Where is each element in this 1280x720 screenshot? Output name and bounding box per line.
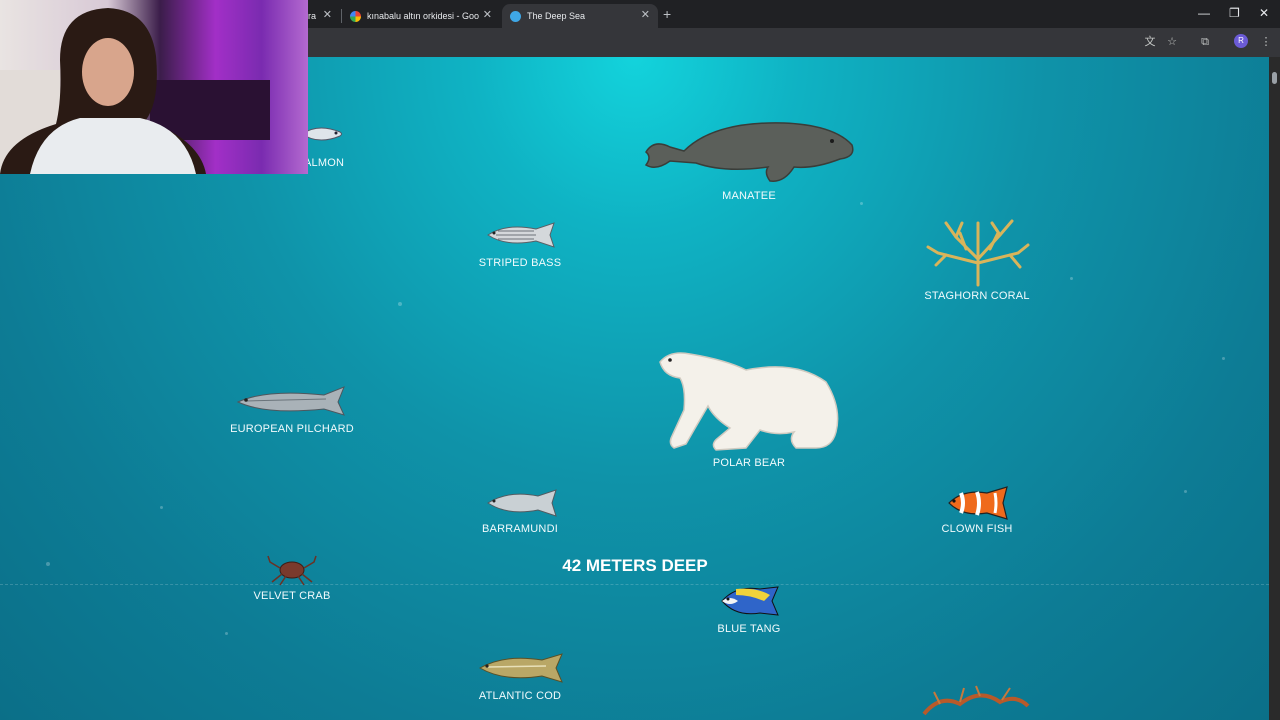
tab-3-close-icon[interactable]: ✕ xyxy=(641,8,650,21)
label-atlantic-cod: ATLANTIC COD xyxy=(478,690,562,702)
label-manatee: MANATEE xyxy=(722,190,776,202)
barramundi-image[interactable] xyxy=(484,488,560,518)
label-barramundi: BARRAMUNDI xyxy=(482,523,558,535)
new-tab-button[interactable]: + xyxy=(663,6,671,22)
profile-avatar[interactable]: R xyxy=(1234,34,1248,48)
label-blue-tang: BLUE TANG xyxy=(717,623,781,635)
depth-line xyxy=(0,584,1269,585)
google-icon xyxy=(350,10,361,22)
translate-icon[interactable]: 文 xyxy=(1143,35,1157,49)
label-salmon: ALMON xyxy=(304,157,345,169)
label-velvet-crab: VELVET CRAB xyxy=(253,590,331,602)
manatee-image[interactable] xyxy=(644,117,856,187)
bubble xyxy=(46,562,50,566)
striped-bass-image[interactable] xyxy=(484,219,558,251)
label-clown-fish: CLOWN FISH xyxy=(941,523,1013,535)
close-button[interactable]: ✕ xyxy=(1259,6,1269,20)
label-staghorn-coral: STAGHORN CORAL xyxy=(924,290,1030,302)
bubble xyxy=(1184,490,1187,493)
restore-button[interactable]: ❐ xyxy=(1229,6,1240,20)
tab-2[interactable]: kınabalu altın orkidesi - Google ✕ xyxy=(342,4,500,28)
tab-3-title: The Deep Sea xyxy=(527,11,586,21)
tab-1-title: ra xyxy=(308,11,317,21)
webcam-overlay xyxy=(0,0,308,174)
depth-indicator: 42 METERS DEEP xyxy=(562,556,708,575)
label-polar-bear: POLAR BEAR xyxy=(712,457,786,469)
bubble xyxy=(398,302,402,306)
sea-dragon-image[interactable] xyxy=(920,684,1030,720)
bubble xyxy=(1222,357,1225,360)
bubble xyxy=(225,632,228,635)
european-pilchard-image[interactable] xyxy=(236,385,348,419)
wave-icon xyxy=(510,10,521,22)
label-striped-bass: STRIPED BASS xyxy=(478,257,562,269)
polar-bear-image[interactable] xyxy=(656,348,842,454)
atlantic-cod-image[interactable] xyxy=(476,652,566,684)
menu-kebab-icon[interactable]: ⋮ xyxy=(1259,35,1273,49)
person-silhouette xyxy=(0,8,270,174)
tab-3[interactable]: The Deep Sea ✕ xyxy=(502,4,658,28)
tab-2-title: kınabalu altın orkidesi - Google xyxy=(367,11,479,21)
minimize-button[interactable]: — xyxy=(1198,6,1210,20)
bubble xyxy=(160,506,163,509)
extensions-icon[interactable]: ⧉ xyxy=(1198,35,1212,49)
bubble xyxy=(1070,277,1073,280)
tab-1-close-icon[interactable]: ✕ xyxy=(323,8,332,21)
blue-tang-image[interactable] xyxy=(716,583,782,619)
tab-2-close-icon[interactable]: ✕ xyxy=(483,8,492,21)
page-scrollbar[interactable] xyxy=(1269,57,1280,720)
bubble xyxy=(860,202,863,205)
velvet-crab-image[interactable] xyxy=(266,552,318,586)
staghorn-coral-image[interactable] xyxy=(926,219,1030,287)
bookmark-star-icon[interactable]: ☆ xyxy=(1165,35,1179,49)
label-european-pilchard: EUROPEAN PILCHARD xyxy=(230,423,354,435)
clown-fish-image[interactable] xyxy=(945,485,1011,521)
scrollbar-thumb[interactable] xyxy=(1272,72,1277,84)
